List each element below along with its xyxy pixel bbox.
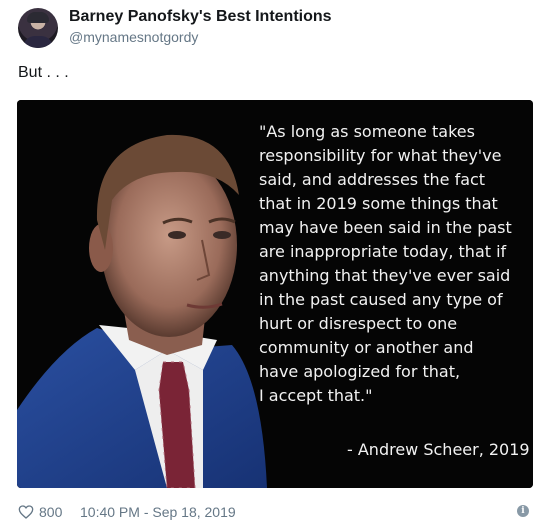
author-display-name[interactable]: Barney Panofsky's Best Intentions — [69, 8, 332, 26]
like-button[interactable]: 800 — [18, 502, 62, 522]
avatar-body-shape — [23, 36, 53, 48]
quote-line: may have been said in the past — [259, 218, 512, 237]
quote-line: "As long as someone takes — [259, 122, 475, 141]
user-avatar[interactable] — [18, 8, 58, 48]
quote-line: I accept that." — [259, 386, 373, 405]
quote-line: are inappropriate today, that if — [259, 242, 507, 261]
quote-text-block: "As long as someone takes responsibility… — [259, 120, 527, 408]
quote-line: community or another and — [259, 338, 474, 357]
tweet-timestamp[interactable]: 10:40 PM - Sep 18, 2019 — [80, 504, 236, 520]
heart-icon — [18, 505, 34, 519]
tweet-media-image[interactable]: "As long as someone takes responsibility… — [17, 100, 533, 488]
quote-line: in the past caused any type of — [259, 290, 503, 309]
tweet-footer: 800 10:40 PM - Sep 18, 2019 i — [18, 500, 533, 524]
quote-attribution: - Andrew Scheer, 2019 — [347, 440, 530, 459]
quote-line: anything that they've ever said — [259, 266, 511, 285]
quote-line: responsibility for what they've — [259, 146, 502, 165]
like-count: 800 — [39, 504, 63, 520]
quote-line: hurt or disrespect to one — [259, 314, 458, 333]
avatar-hair-shape — [27, 12, 49, 23]
info-icon[interactable]: i — [517, 505, 529, 517]
tweet-header: Barney Panofsky's Best Intentions @mynam… — [18, 6, 538, 50]
quote-line: have apologized for that, — [259, 362, 461, 381]
author-handle[interactable]: @mynamesnotgordy — [69, 29, 198, 45]
tweet-text: But . . . — [18, 64, 69, 81]
quote-line: that in 2019 some things that — [259, 194, 498, 213]
quote-line: said, and addresses the fact — [259, 170, 486, 189]
